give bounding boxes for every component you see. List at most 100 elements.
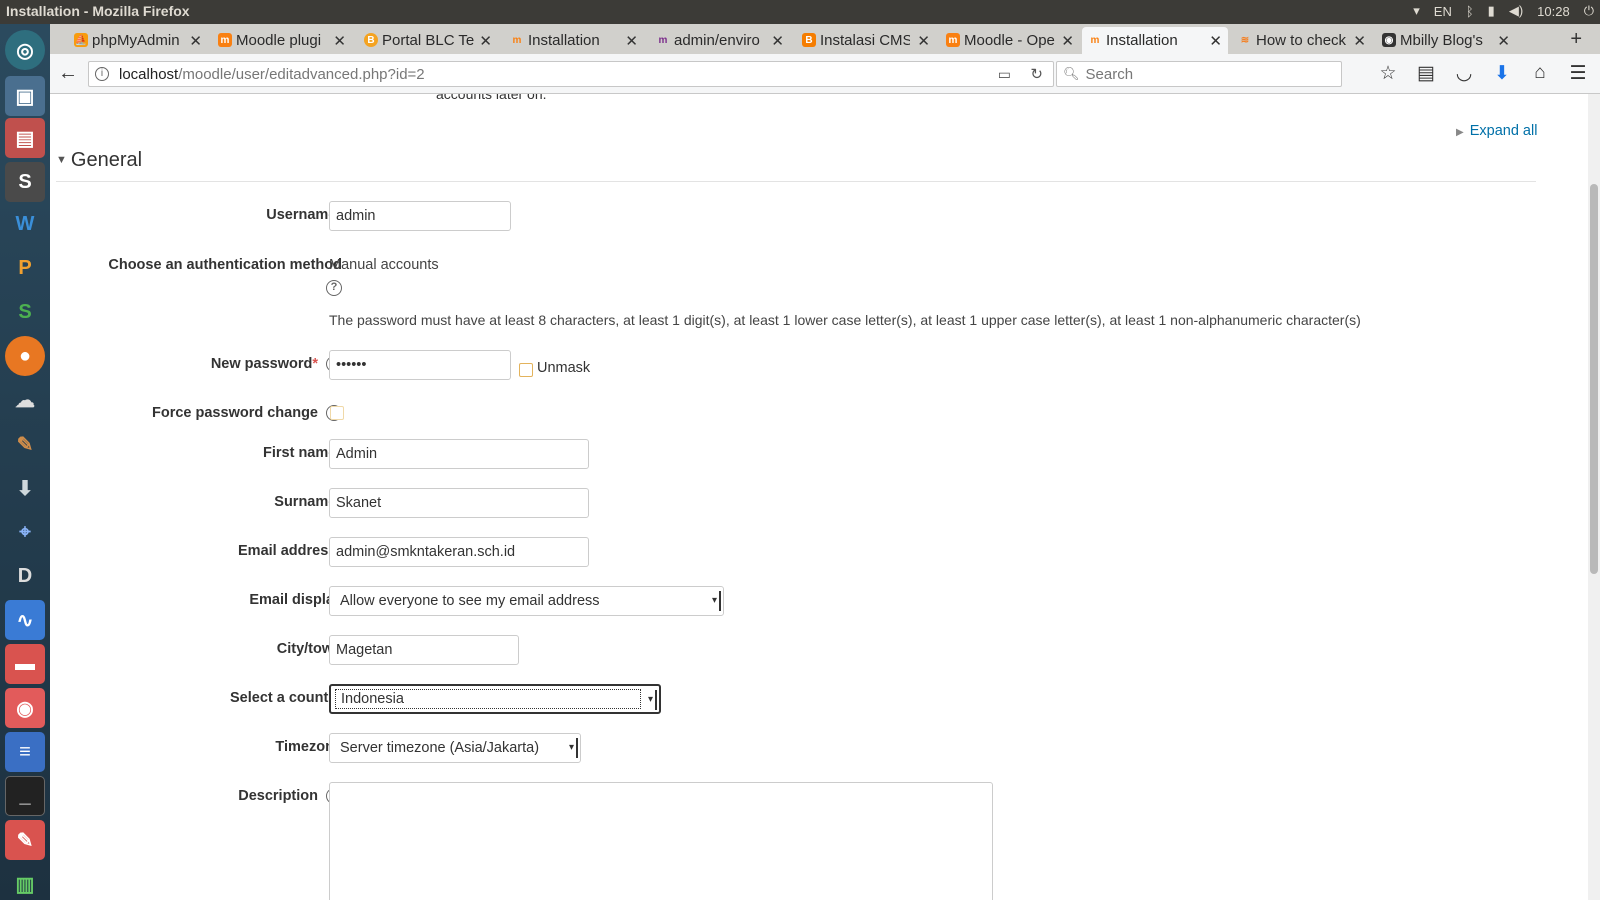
volume-icon[interactable]: ◀) xyxy=(1509,3,1523,19)
close-icon[interactable]: ✕ xyxy=(771,32,784,50)
menu-icon[interactable]: ☰ xyxy=(1568,62,1588,85)
dia-icon[interactable]: D xyxy=(5,556,45,596)
tab-moodle-open[interactable]: m Moodle - Ope ✕ xyxy=(940,27,1080,54)
top-panel: Installation - Mozilla Firefox ▾ EN ᛒ ▮ … xyxy=(0,0,1600,24)
reader-view-icon[interactable]: ▭ xyxy=(998,66,1011,83)
writer-icon[interactable]: W xyxy=(5,204,45,244)
country-select[interactable]: Indonesia xyxy=(329,684,661,714)
close-icon[interactable]: ✕ xyxy=(189,32,202,50)
section-header-general[interactable]: ▼ General xyxy=(56,149,142,172)
unmask-checkbox[interactable] xyxy=(519,363,533,377)
bookmark-star-icon[interactable]: ☆ xyxy=(1378,62,1398,85)
close-icon[interactable]: ✕ xyxy=(1209,32,1222,50)
text-editor-icon[interactable]: ≡ xyxy=(5,732,45,772)
search-icon: 🔍︎ xyxy=(1063,66,1080,81)
search-input[interactable]: 🔍︎ Search xyxy=(1056,61,1342,87)
battery-icon[interactable]: ▮ xyxy=(1488,3,1495,19)
terminal-icon[interactable]: _ xyxy=(5,776,45,816)
auth-method-label: Choose an authentication method xyxy=(108,257,342,273)
spreadsheet-icon[interactable]: S xyxy=(5,292,45,332)
presentation-icon[interactable]: P xyxy=(5,248,45,288)
maps-icon[interactable]: ⌖ xyxy=(5,512,45,552)
page-scrollbar[interactable] xyxy=(1588,94,1600,900)
blog-icon: ◉ xyxy=(1382,33,1396,47)
blogger-icon: B xyxy=(802,33,816,47)
help-icon[interactable]: ? xyxy=(326,279,342,296)
surname-field[interactable]: Skanet xyxy=(329,488,589,518)
camera-app-icon[interactable]: ▣ xyxy=(5,76,45,116)
new-tab-icon[interactable]: + xyxy=(1570,28,1582,51)
url-bar[interactable]: i localhost/moodle/user/editadvanced.php… xyxy=(88,61,1054,87)
new-password-label: New password*? xyxy=(211,356,342,373)
description-editor[interactable] xyxy=(329,782,993,900)
trash-icon[interactable]: ▥ xyxy=(5,864,45,904)
expand-arrow-icon: ▶ xyxy=(1456,127,1464,138)
cut-off-text: accounts later on. xyxy=(436,94,547,102)
close-icon[interactable]: ✕ xyxy=(333,32,346,50)
city-field[interactable]: Magetan xyxy=(329,635,519,665)
page-content: accounts later on. ▶ Expand all ▼ General … xyxy=(50,94,1600,900)
tab-moodle-plugins[interactable]: m Moodle plugi ✕ xyxy=(212,27,352,54)
info-icon[interactable]: i xyxy=(95,67,109,81)
email-label: Email address* xyxy=(238,543,342,559)
tab-installation-active[interactable]: m Installation ✕ xyxy=(1082,27,1228,54)
dropdown-arrow-icon xyxy=(712,591,721,611)
new-password-field[interactable]: •••••• xyxy=(329,350,511,380)
close-icon[interactable]: ✕ xyxy=(1497,32,1510,50)
first-name-field[interactable]: Admin xyxy=(329,439,589,469)
email-display-select[interactable]: Allow everyone to see my email address xyxy=(329,586,724,616)
paint-icon[interactable]: ✎ xyxy=(5,424,45,464)
unmask-label: Unmask xyxy=(537,360,591,376)
username-field[interactable]: admin xyxy=(329,201,511,231)
scrollbar-thumb[interactable] xyxy=(1590,184,1598,574)
tab-phpmyadmin[interactable]: ⛵ phpMyAdmin ✕ xyxy=(68,27,208,54)
pocket-icon[interactable]: ◡ xyxy=(1454,62,1474,85)
reload-icon[interactable]: ↻ xyxy=(1030,65,1043,83)
force-password-change-checkbox[interactable] xyxy=(330,406,344,420)
wifi-icon[interactable]: ▾ xyxy=(1413,3,1420,19)
back-arrow-icon[interactable]: ← xyxy=(58,62,78,85)
collapse-triangle-icon: ▼ xyxy=(56,154,67,166)
cloud-icon[interactable]: ☁ xyxy=(5,380,45,420)
tab-installation-1[interactable]: m Installation ✕ xyxy=(504,27,644,54)
tab-portal-blc[interactable]: B Portal BLC Te ✕ xyxy=(358,27,498,54)
timezone-select[interactable]: Server timezone (Asia/Jakarta) xyxy=(329,733,581,763)
dropdown-arrow-icon xyxy=(648,690,657,710)
home-icon[interactable]: ⌂ xyxy=(1530,62,1550,85)
firefox-icon[interactable]: ● xyxy=(5,336,45,376)
tab-mbilly-blog[interactable]: ◉ Mbilly Blog's ✕ xyxy=(1376,27,1516,54)
section-divider xyxy=(56,181,1536,182)
bluetooth-icon[interactable]: ᛒ xyxy=(1466,4,1474,19)
auth-method-value: Manual accounts xyxy=(329,257,439,273)
window-title: Installation - Mozilla Firefox xyxy=(6,3,190,19)
expand-all-link[interactable]: ▶ Expand all xyxy=(1456,123,1537,139)
tab-how-to-check[interactable]: ≋ How to check ✕ xyxy=(1232,27,1372,54)
email-field[interactable]: admin@smkntakeran.sch.id xyxy=(329,537,589,567)
close-icon[interactable]: ✕ xyxy=(625,32,638,50)
focus-outline xyxy=(335,689,641,709)
keyboard-layout[interactable]: EN xyxy=(1434,4,1452,19)
sublime-icon[interactable]: S xyxy=(5,162,45,202)
clock[interactable]: 10:28 xyxy=(1537,4,1570,19)
viewer-icon[interactable]: ◉ xyxy=(5,688,45,728)
close-icon[interactable]: ✕ xyxy=(1061,32,1074,50)
tab-admin-environment[interactable]: m admin/enviro ✕ xyxy=(650,27,790,54)
power-icon[interactable]: ⏻ xyxy=(1584,3,1594,19)
dash-icon[interactable]: ◎ xyxy=(5,30,45,70)
force-password-change-label: Force password change? xyxy=(152,405,342,422)
phpmyadmin-icon: ⛵ xyxy=(74,33,88,47)
screenshot-icon[interactable]: ▬ xyxy=(5,644,45,684)
close-icon[interactable]: ✕ xyxy=(479,32,492,50)
tab-instalasi-cms[interactable]: B Instalasi CMS ✕ xyxy=(796,27,936,54)
moodle-icon: m xyxy=(218,33,232,47)
files-icon[interactable]: ▤ xyxy=(5,118,45,158)
draw-icon[interactable]: ✎ xyxy=(5,820,45,860)
bookmarks-menu-icon[interactable]: ▤ xyxy=(1416,62,1436,85)
close-icon[interactable]: ✕ xyxy=(917,32,930,50)
description-label: Description? xyxy=(238,788,342,805)
download-icon[interactable]: ⬇ xyxy=(1492,62,1512,85)
close-icon[interactable]: ✕ xyxy=(1353,32,1366,50)
monitor-icon[interactable]: ∿ xyxy=(5,600,45,640)
installer-icon[interactable]: ⬇ xyxy=(5,468,45,508)
stackoverflow-icon: ≋ xyxy=(1240,34,1250,46)
